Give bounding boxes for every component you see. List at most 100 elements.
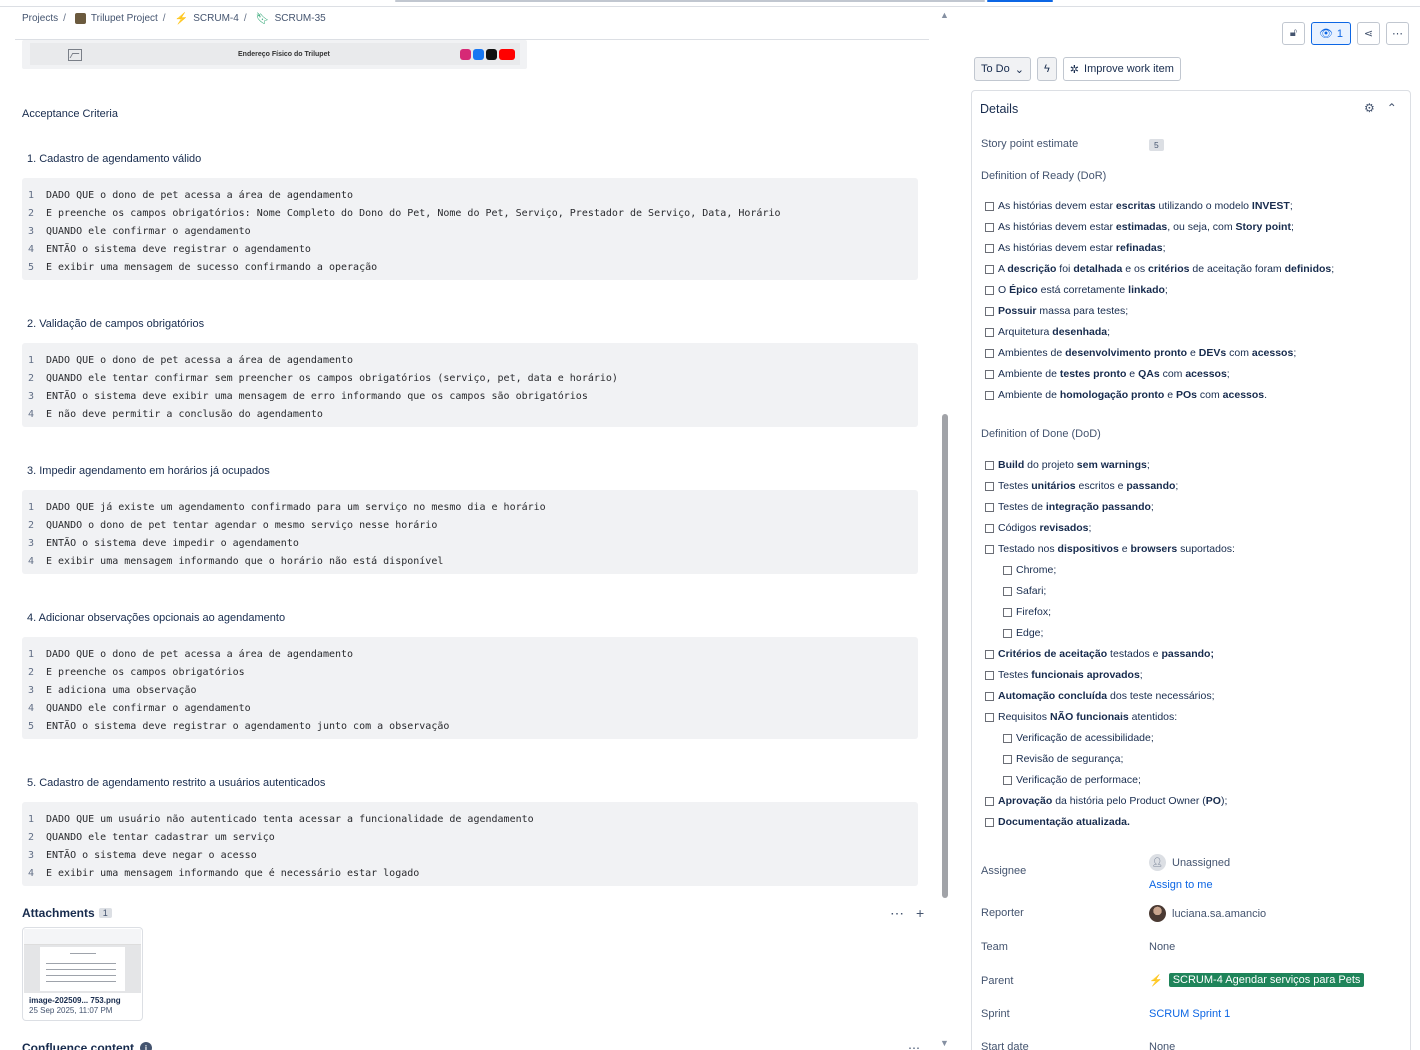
checkbox[interactable]: [985, 712, 994, 722]
code-block: 1 DADO QUE já existe um agendamento confi…: [22, 490, 918, 574]
chevron-up-icon[interactable]: ⌃: [1387, 101, 1397, 115]
breadcrumb-project[interactable]: Trilupet Project: [74, 13, 158, 24]
more-button[interactable]: ⋯: [1386, 22, 1409, 45]
status-label: To Do: [981, 63, 1010, 75]
checkbox[interactable]: [985, 243, 994, 253]
checkbox[interactable]: [985, 327, 994, 337]
checkbox[interactable]: [985, 285, 994, 295]
checkbox[interactable]: [985, 369, 994, 379]
breadcrumb-story[interactable]: 🔖︎ SCRUM-35: [256, 12, 326, 25]
text-segment: e: [1187, 347, 1199, 359]
text-segment: da história pelo Product Owner (: [1052, 795, 1206, 807]
status-row: To Do ⌄ ϟ ✲ Improve work item: [974, 57, 1181, 81]
checkbox[interactable]: [985, 306, 994, 316]
breadcrumb-projects[interactable]: Projects: [22, 13, 58, 24]
embedded-image[interactable]: Endereço Físico do Trilupet: [22, 40, 527, 69]
text-segment: funcionais aprovados: [1031, 669, 1140, 681]
breadcrumb-epic[interactable]: ⚡ SCRUM-4: [175, 12, 239, 25]
watch-button[interactable]: 👁︎ 1: [1311, 22, 1351, 45]
more-icon: ⋯: [1392, 28, 1403, 40]
story-point-value[interactable]: 5: [1149, 139, 1164, 151]
text-segment: Testes: [998, 669, 1032, 681]
checkbox[interactable]: [985, 544, 994, 554]
checkbox[interactable]: [1003, 586, 1012, 596]
attachments-count-badge: 1: [98, 908, 112, 918]
info-icon[interactable]: i: [140, 1042, 153, 1050]
assignee-field[interactable]: 👤︎ Unassigned: [1149, 854, 1230, 871]
assign-to-me-link[interactable]: Assign to me: [1149, 879, 1213, 891]
checkbox[interactable]: [985, 460, 994, 470]
share-button[interactable]: ⋖: [1357, 22, 1380, 45]
improve-work-item-button[interactable]: ✲ Improve work item: [1062, 57, 1181, 81]
text-segment: de aceitação foram: [1189, 263, 1285, 275]
code-line: 2 QUANDO ele tentar confirmar sem preench…: [22, 369, 918, 387]
checkbox[interactable]: [1003, 775, 1012, 785]
checkbox[interactable]: [985, 201, 994, 211]
breadcrumb-projects-label[interactable]: Projects: [22, 13, 58, 24]
confluence-more-icon[interactable]: ⋯: [908, 1041, 920, 1050]
checkbox[interactable]: [1003, 628, 1012, 638]
checkbox[interactable]: [985, 222, 994, 232]
scrollbar-thumb[interactable]: [942, 414, 948, 898]
code-text: DADO QUE já existe um agendamento confir…: [46, 501, 546, 513]
code-line: 4 ENTÃO o sistema deve registrar o agenda…: [22, 240, 918, 258]
start-date-value[interactable]: None: [1149, 1041, 1175, 1050]
automation-button[interactable]: ϟ: [1036, 57, 1057, 81]
gear-icon[interactable]: ⚙: [1364, 101, 1375, 115]
top-progress-bar: [0, 0, 1420, 7]
checkbox[interactable]: [1003, 733, 1012, 743]
scroll-up-arrow-icon[interactable]: ▲: [940, 10, 949, 20]
checkbox[interactable]: [985, 348, 994, 358]
breadcrumb-project-label[interactable]: Trilupet Project: [91, 13, 158, 24]
text-segment: Possuir: [998, 305, 1037, 317]
story-point-label: Story point estimate: [981, 138, 1079, 150]
checkbox[interactable]: [985, 649, 994, 659]
text-segment: escritas: [1115, 200, 1156, 212]
checkbox[interactable]: [985, 264, 994, 274]
dod-item: Requisitos NÃO funcionais atentidos:: [985, 711, 1177, 723]
attachment-file-name[interactable]: image-202509... 753.png: [29, 996, 121, 1005]
checkbox[interactable]: [985, 523, 994, 533]
checkbox[interactable]: [1003, 565, 1012, 575]
more-actions-icon[interactable]: ⋯: [890, 905, 904, 922]
epic-lightning-icon: ⚡: [174, 13, 189, 25]
checkbox[interactable]: [985, 670, 994, 680]
main-scrollbar[interactable]: ▲ ▼: [940, 10, 950, 1050]
code-text: QUANDO ele confirmar o agendamento: [46, 225, 251, 237]
dod-item: Verificação de performace;: [1003, 774, 1141, 786]
breadcrumb-epic-label[interactable]: SCRUM-4: [193, 13, 239, 24]
checkbox[interactable]: [985, 817, 994, 827]
status-dropdown[interactable]: To Do ⌄: [974, 57, 1031, 81]
code-block: 1 DADO QUE o dono de pet acessa a área de…: [22, 343, 918, 427]
avatar: [1149, 905, 1166, 922]
scroll-down-arrow-icon[interactable]: ▼: [940, 1038, 949, 1048]
reporter-field[interactable]: luciana.sa.amancio: [1149, 905, 1266, 922]
sprint-value[interactable]: SCRUM Sprint 1: [1149, 1008, 1230, 1020]
image-placeholder-icon: [68, 49, 82, 61]
attachment-card[interactable]: image-202509... 753.png 25 Sep 2025, 11:…: [23, 928, 142, 1020]
add-attachment-icon[interactable]: +: [916, 905, 924, 922]
lock-button[interactable]: 🔓︎: [1282, 22, 1305, 45]
checkbox[interactable]: [985, 481, 994, 491]
checkbox[interactable]: [1003, 607, 1012, 617]
text-segment: NÃO funcionais: [1049, 711, 1129, 723]
dod-item-text: Testado nos dispositivos e browsers supo…: [998, 543, 1235, 555]
dod-item-text: Códigos revisados;: [998, 522, 1091, 534]
parent-field[interactable]: ⚡ SCRUM-4 Agendar serviços para Pets: [1149, 973, 1365, 987]
checkbox[interactable]: [985, 691, 994, 701]
confluence-heading: Confluence content i: [22, 1041, 153, 1050]
checkbox[interactable]: [985, 502, 994, 512]
checkbox[interactable]: [985, 796, 994, 806]
breadcrumb-story-label[interactable]: SCRUM-35: [275, 13, 326, 24]
details-header-icons: ⚙ ⌃: [1364, 101, 1397, 115]
team-value[interactable]: None: [1149, 941, 1175, 953]
text-segment: ;: [1289, 200, 1293, 212]
parent-value[interactable]: SCRUM-4 Agendar serviços para Pets: [1168, 973, 1365, 987]
dor-heading: Definition of Ready (DoR): [981, 170, 1107, 182]
assignee-label: Assignee: [981, 865, 1027, 877]
checkbox[interactable]: [985, 390, 994, 400]
text-segment: escritos e: [1075, 480, 1127, 492]
dod-item-text: Revisão de segurança;: [1016, 753, 1123, 765]
line-number: 1: [28, 354, 35, 366]
checkbox[interactable]: [1003, 754, 1012, 764]
